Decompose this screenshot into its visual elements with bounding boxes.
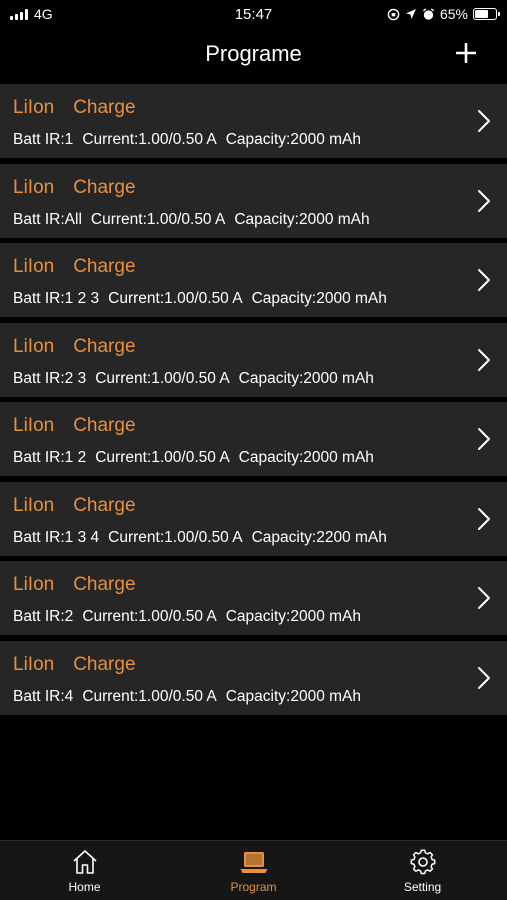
tab-program[interactable]: Program: [169, 841, 338, 900]
tab-setting[interactable]: Setting: [338, 841, 507, 900]
program-mode-label: Charge: [73, 494, 136, 516]
chevron-right-icon: [478, 269, 490, 291]
current-label: Current:1.00/0.50 A: [95, 449, 230, 466]
capacity-label: Capacity:2000 mAh: [234, 210, 370, 228]
network-label: 4G: [34, 6, 53, 22]
battery-type-label: LiIon: [13, 574, 55, 595]
location-icon: [405, 9, 416, 19]
add-program-button[interactable]: [451, 38, 481, 68]
program-row-title: LiIon Charge: [13, 574, 136, 596]
battery-type-label: LiIon: [13, 176, 55, 198]
current-label: Current:1.00/0.50 A: [95, 369, 230, 387]
program-row-title: LiIon Charge: [13, 97, 136, 119]
program-row-title: LiIon Charge: [13, 256, 136, 278]
battery-type-label: LiIon: [13, 97, 55, 118]
program-row[interactable]: LiIon Charge Batt IR:All Current:1.00/0.…: [0, 163, 507, 238]
status-bar: 4G 15:47 65%: [0, 0, 507, 28]
program-row-details: Batt IR:1 Current:1.00/0.50 A Capacity:2…: [13, 131, 361, 149]
signal-icon: [10, 8, 28, 20]
current-label: Current:1.00/0.50 A: [108, 528, 243, 546]
tab-home[interactable]: Home: [0, 841, 169, 900]
current-label: Current:1.00/0.50 A: [82, 687, 217, 705]
page-title: Programe: [205, 41, 302, 66]
program-mode-label: Charge: [73, 176, 136, 198]
program-mode-label: Charge: [73, 97, 136, 118]
program-mode-label: Charge: [73, 415, 136, 436]
capacity-label: Capacity:2000 mAh: [225, 131, 362, 148]
battery-type-label: LiIon: [13, 415, 55, 436]
battery-type-label: LiIon: [13, 256, 55, 277]
capacity-label: Capacity:2000 mAh: [238, 369, 374, 387]
batt-ir-label: Batt IR:1 2 3: [13, 290, 100, 307]
program-row[interactable]: LiIon Charge Batt IR:2 3 Current:1.00/0.…: [0, 322, 507, 397]
program-row-title: LiIon Charge: [13, 336, 136, 358]
program-mode-label: Charge: [73, 574, 136, 595]
orientation-lock-icon: [387, 8, 400, 20]
program-row[interactable]: LiIon Charge Batt IR:1 2 Current:1.00/0.…: [0, 402, 507, 476]
battery-type-label: LiIon: [13, 653, 55, 675]
laptop-icon: [240, 852, 267, 873]
program-row-details: Batt IR:1 3 4 Current:1.00/0.50 A Capaci…: [13, 529, 387, 547]
batt-ir-label: Batt IR:1 2: [13, 449, 87, 466]
capacity-label: Capacity:2200 mAh: [251, 528, 387, 546]
chevron-right-icon: [478, 189, 490, 212]
program-row-title: LiIon Charge: [13, 415, 136, 437]
program-row-details: Batt IR:4 Current:1.00/0.50 A Capacity:2…: [13, 688, 361, 706]
batt-ir-label: Batt IR:4: [13, 687, 74, 705]
status-left: 4G: [10, 6, 53, 22]
gear-icon: [410, 849, 435, 875]
program-row[interactable]: LiIon Charge Batt IR:1 Current:1.00/0.50…: [0, 84, 507, 158]
capacity-label: Capacity:2000 mAh: [251, 290, 387, 307]
program-row-title: LiIon Charge: [13, 177, 136, 199]
batt-ir-label: Batt IR:2 3: [13, 369, 87, 387]
chevron-right-icon: [478, 428, 490, 450]
batt-ir-label: Batt IR:1 3 4: [13, 528, 100, 546]
program-row[interactable]: LiIon Charge Batt IR:4 Current:1.00/0.50…: [0, 640, 507, 715]
batt-ir-label: Batt IR:1: [13, 131, 74, 148]
program-row[interactable]: LiIon Charge Batt IR:1 3 4 Current:1.00/…: [0, 481, 507, 556]
battery-type-label: LiIon: [13, 335, 55, 357]
current-label: Current:1.00/0.50 A: [90, 210, 226, 228]
chevron-right-icon: [478, 587, 490, 609]
home-icon: [72, 850, 97, 874]
chevron-right-icon: [478, 507, 490, 530]
plus-icon: [456, 43, 476, 63]
capacity-label: Capacity:2000 mAh: [225, 608, 362, 625]
program-row-details: Batt IR:2 Current:1.00/0.50 A Capacity:2…: [13, 608, 361, 626]
batt-ir-label: Batt IR:All: [13, 210, 82, 228]
batt-ir-label: Batt IR:2: [13, 608, 74, 625]
battery-type-label: LiIon: [13, 494, 55, 516]
program-mode-label: Charge: [73, 653, 136, 675]
status-right: 65%: [387, 6, 500, 22]
program-row-details: Batt IR:All Current:1.00/0.50 A Capacity…: [13, 211, 370, 229]
program-list: LiIon Charge Batt IR:1 Current:1.00/0.50…: [0, 84, 507, 720]
capacity-label: Capacity:2000 mAh: [238, 449, 374, 466]
program-row-details: Batt IR:1 2 Current:1.00/0.50 A Capacity…: [13, 449, 374, 467]
tab-home-label: Home: [68, 880, 101, 894]
nav-bar: Programe: [0, 28, 507, 80]
capacity-label: Capacity:2000 mAh: [225, 687, 362, 705]
battery-icon: [473, 8, 500, 20]
program-mode-label: Charge: [73, 335, 136, 357]
program-row[interactable]: LiIon Charge Batt IR:1 2 3 Current:1.00/…: [0, 243, 507, 317]
alarm-icon: [422, 7, 435, 20]
tab-setting-label: Setting: [403, 880, 442, 894]
battery-percent: 65%: [439, 6, 468, 22]
chevron-right-icon: [478, 110, 490, 132]
tab-program-label: Program: [230, 880, 277, 894]
chevron-right-icon: [478, 348, 490, 371]
program-row-title: LiIon Charge: [13, 654, 136, 676]
tab-bar: Home Program Setting: [0, 840, 507, 900]
program-mode-label: Charge: [73, 256, 136, 277]
program-row-title: LiIon Charge: [13, 495, 136, 517]
program-row-details: Batt IR:1 2 3 Current:1.00/0.50 A Capaci…: [13, 290, 387, 308]
current-label: Current:1.00/0.50 A: [82, 131, 217, 148]
chevron-right-icon: [478, 666, 490, 689]
program-row[interactable]: LiIon Charge Batt IR:2 Current:1.00/0.50…: [0, 561, 507, 635]
current-label: Current:1.00/0.50 A: [82, 608, 217, 625]
program-row-details: Batt IR:2 3 Current:1.00/0.50 A Capacity…: [13, 370, 374, 388]
current-label: Current:1.00/0.50 A: [108, 290, 243, 307]
